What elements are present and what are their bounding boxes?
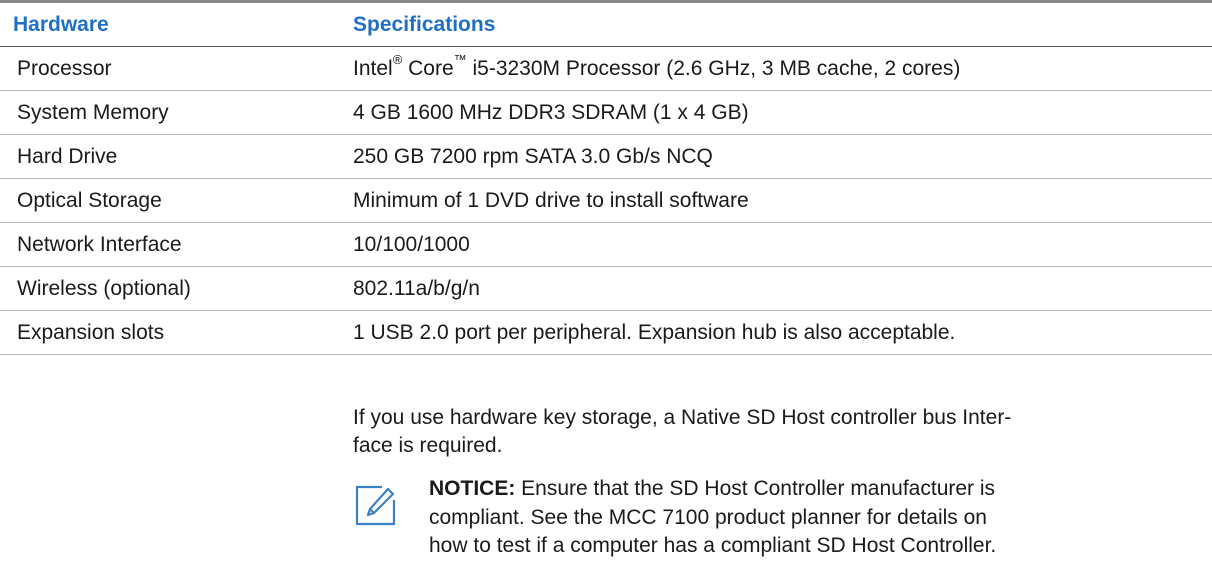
header-hardware: Hardware — [13, 13, 109, 36]
row-spec-value: 10/100/1000 — [353, 233, 470, 256]
trademark-mark: ™ — [453, 52, 467, 67]
hardware-key-storage-note: If you use hardware key storage, a Nativ… — [353, 404, 1193, 460]
table-row-processor: Processor Intel® Core™ i5-3230M Processo… — [0, 47, 1212, 91]
row-spec-value: 250 GB 7200 rpm SATA 3.0 Gb/s NCQ — [353, 145, 713, 168]
hardware-spec-table: Hardware Specifications Processor Intel®… — [0, 0, 1212, 355]
row-spec-value: Minimum of 1 DVD drive to install softwa… — [353, 189, 749, 212]
notice-text: NOTICE: Ensure that the SD Host Controll… — [429, 475, 1199, 561]
row-hardware-label: Hard Drive — [17, 145, 118, 168]
row-hardware-label: Processor — [17, 57, 112, 80]
table-row-optical-storage: Optical Storage Minimum of 1 DVD drive t… — [0, 179, 1212, 223]
row-hardware-label: Expansion slots — [17, 321, 165, 344]
notice-label: NOTICE: — [429, 477, 516, 500]
registered-mark: ® — [392, 52, 403, 67]
row-spec-value: 4 GB 1600 MHz DDR3 SDRAM (1 x 4 GB) — [353, 101, 749, 124]
spec-part: Core — [402, 57, 454, 80]
notice-line-2: compliant. See the MCC 7100 product plan… — [429, 505, 987, 529]
spec-part: Intel — [353, 57, 393, 80]
row-spec-value: 802.11a/b/g/n — [353, 277, 480, 300]
table-row-network-interface: Network Interface 10/100/1000 — [0, 223, 1212, 267]
row-hardware-label: Optical Storage — [17, 189, 162, 212]
note-pencil-icon — [353, 483, 398, 528]
table-row-system-memory: System Memory 4 GB 1600 MHz DDR3 SDRAM (… — [0, 91, 1212, 135]
spec-part: i5-3230M Processor (2.6 GHz, 3 MB cache,… — [466, 57, 961, 80]
table-row-expansion-slots: Expansion slots 1 USB 2.0 port per perip… — [0, 311, 1212, 355]
row-spec-value: Intel® Core™ i5-3230M Processor (2.6 GHz… — [340, 52, 1212, 82]
note-line: If you use hardware key storage, a Nativ… — [353, 406, 1012, 429]
notice-line-3: how to test if a computer has a complian… — [429, 534, 997, 557]
table-row-wireless: Wireless (optional) 802.11a/b/g/n — [0, 267, 1212, 311]
row-hardware-label: System Memory — [17, 101, 169, 124]
row-spec-value: 1 USB 2.0 port per peripheral. Expansion… — [353, 321, 956, 344]
note-line: face is required. — [353, 434, 503, 457]
row-hardware-label: Network Interface — [17, 233, 182, 256]
table-row-hard-drive: Hard Drive 250 GB 7200 rpm SATA 3.0 Gb/s… — [0, 135, 1212, 179]
notice-line: NOTICE: Ensure that the SD Host Controll… — [429, 475, 1199, 504]
notice-line-1: Ensure that the SD Host Controller manuf… — [515, 477, 996, 500]
header-specifications: Specifications — [353, 13, 496, 36]
notice-block: NOTICE: Ensure that the SD Host Controll… — [353, 475, 1203, 561]
table-header-row: Hardware Specifications — [0, 3, 1212, 47]
row-hardware-label: Wireless (optional) — [17, 277, 191, 300]
